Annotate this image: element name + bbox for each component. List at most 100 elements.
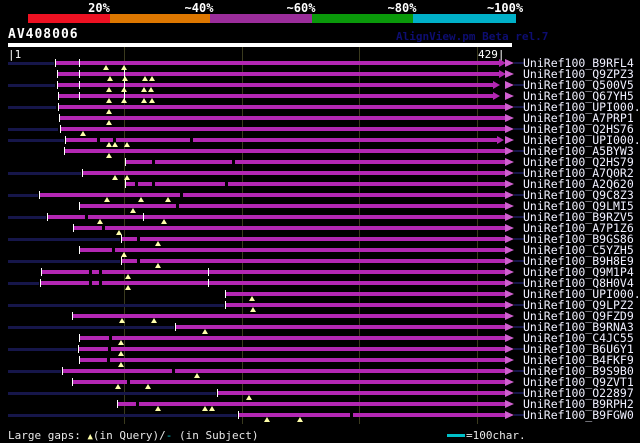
- ruler-start-label: |1: [8, 48, 22, 61]
- subject-gap-dash: [99, 281, 102, 285]
- subject-overhang-left: [8, 216, 46, 219]
- start-tick: [125, 158, 126, 166]
- query-gap-triangle-icon: [106, 109, 112, 114]
- subject-end-arrow-icon: [505, 312, 514, 320]
- alignment-bar[interactable]: [122, 237, 505, 241]
- query-gap-triangle-icon: [107, 76, 113, 81]
- query-gap-triangle-icon: [106, 98, 112, 103]
- subject-end-arrow-icon: [505, 213, 514, 221]
- subject-gap-dash: [85, 215, 88, 219]
- subject-gap-dash: [190, 138, 193, 142]
- start-tick: [143, 213, 144, 221]
- alignment-bar[interactable]: [226, 292, 505, 296]
- query-gap-triangle-icon: [209, 406, 215, 411]
- subject-end-arrow-icon: [505, 136, 514, 144]
- subject-overhang-left: [8, 392, 216, 395]
- gridline: [477, 47, 478, 424]
- scale-unit-bar-icon: [447, 434, 465, 437]
- alignment-bar[interactable]: [74, 226, 505, 230]
- alignment-bar[interactable]: [59, 116, 505, 120]
- start-tick: [79, 70, 80, 78]
- subject-gap-dash: [172, 369, 175, 373]
- subject-gap-dash: [180, 193, 183, 197]
- query-gap-triangle-icon: [118, 351, 124, 356]
- query-gap-triangle-icon: [149, 98, 155, 103]
- subject-end-arrow-icon: [505, 246, 514, 254]
- alignment-bar[interactable]: [80, 248, 505, 252]
- subject-gap-dash: [135, 182, 138, 186]
- query-gap-triangle-icon: [80, 131, 86, 136]
- alignment-bar[interactable]: [48, 215, 505, 219]
- start-tick: [58, 103, 59, 111]
- start-tick: [78, 345, 79, 353]
- start-tick: [208, 268, 209, 276]
- alignment-bar[interactable]: [41, 281, 505, 285]
- subject-overhang-left: [8, 106, 56, 109]
- subject-end-arrow-icon: [505, 202, 514, 210]
- subject-gap-dash: [127, 380, 130, 384]
- alignment-bar[interactable]: [80, 358, 505, 362]
- subject-end-arrow-icon: [505, 147, 514, 155]
- query-gap-triangle-icon: [155, 241, 161, 246]
- alignment-bar[interactable]: [65, 149, 505, 153]
- start-tick: [55, 59, 56, 67]
- subject-gap-dash: [225, 182, 228, 186]
- subject-overhang-left: [8, 260, 120, 263]
- start-tick: [40, 279, 41, 287]
- subject-end-arrow-icon: [505, 59, 514, 67]
- app-version-label: AlignView.pm Beta rel.7: [396, 30, 549, 43]
- query-gap-triangle-icon: [122, 76, 128, 81]
- alignment-bar[interactable]: [79, 347, 505, 351]
- subject-end-arrow-icon: [505, 191, 514, 199]
- query-gap-triangle-icon: [155, 406, 161, 411]
- subject-end-arrow-icon: [505, 158, 514, 166]
- alignment-bar[interactable]: [66, 138, 497, 142]
- alignment-bar[interactable]: [226, 303, 505, 307]
- subject-overhang-left: [8, 304, 224, 307]
- subject-gap-dash: [102, 226, 105, 230]
- alignment-bar[interactable]: [126, 182, 505, 186]
- alignment-bar[interactable]: [63, 369, 505, 373]
- alignment-bar[interactable]: [122, 259, 505, 263]
- gap-legend: Large gaps: ▲(in Query)/- (in Subject): [8, 429, 258, 442]
- subject-gap-dash: [152, 160, 155, 164]
- start-tick: [117, 400, 118, 408]
- query-gap-triangle-icon: [194, 373, 200, 378]
- query-gap-triangle-icon: [141, 98, 147, 103]
- query-gap-triangle-icon: [297, 417, 303, 422]
- gridline: [242, 47, 243, 424]
- alignment-bar[interactable]: [58, 105, 505, 109]
- gap-legend-subject-text: (in Subject): [172, 429, 259, 442]
- subject-gap-dash: [89, 270, 92, 274]
- alignment-bar[interactable]: [80, 204, 505, 208]
- gap-legend-query-text: (in Query)/: [92, 429, 166, 442]
- alignment-bar[interactable]: [80, 336, 505, 340]
- subject-gap-dash: [107, 358, 110, 362]
- ruler-bar: [8, 43, 512, 47]
- query-gap-triangle-icon: [106, 87, 112, 92]
- subject-gap-dash: [350, 413, 353, 417]
- alignment-bar[interactable]: [60, 127, 505, 131]
- alignment-bar[interactable]: [176, 325, 505, 329]
- alignment-bar[interactable]: [239, 413, 505, 417]
- alignment-bar[interactable]: [218, 391, 505, 395]
- subject-end-arrow-icon: [505, 169, 514, 177]
- query-gap-triangle-icon: [202, 329, 208, 334]
- subject-overhang-left: [8, 348, 77, 351]
- alignment-bar[interactable]: [118, 402, 505, 406]
- subject-end-arrow-icon: [505, 92, 514, 100]
- gridline: [124, 47, 125, 424]
- alignment-bar[interactable]: [42, 270, 505, 274]
- start-tick: [79, 246, 80, 254]
- start-tick: [58, 92, 59, 100]
- query-gap-triangle-icon: [112, 175, 118, 180]
- start-tick: [238, 411, 239, 419]
- gridline: [359, 47, 360, 424]
- start-tick: [57, 81, 58, 89]
- subject-label[interactable]: UniRef100_B9FGW0: [523, 409, 634, 421]
- alignment-bar[interactable]: [73, 380, 505, 384]
- alignment-bar[interactable]: [126, 160, 505, 164]
- query-gap-triangle-icon: [155, 263, 161, 268]
- alignment-bar[interactable]: [73, 314, 505, 318]
- alignment-bar[interactable]: [83, 171, 505, 175]
